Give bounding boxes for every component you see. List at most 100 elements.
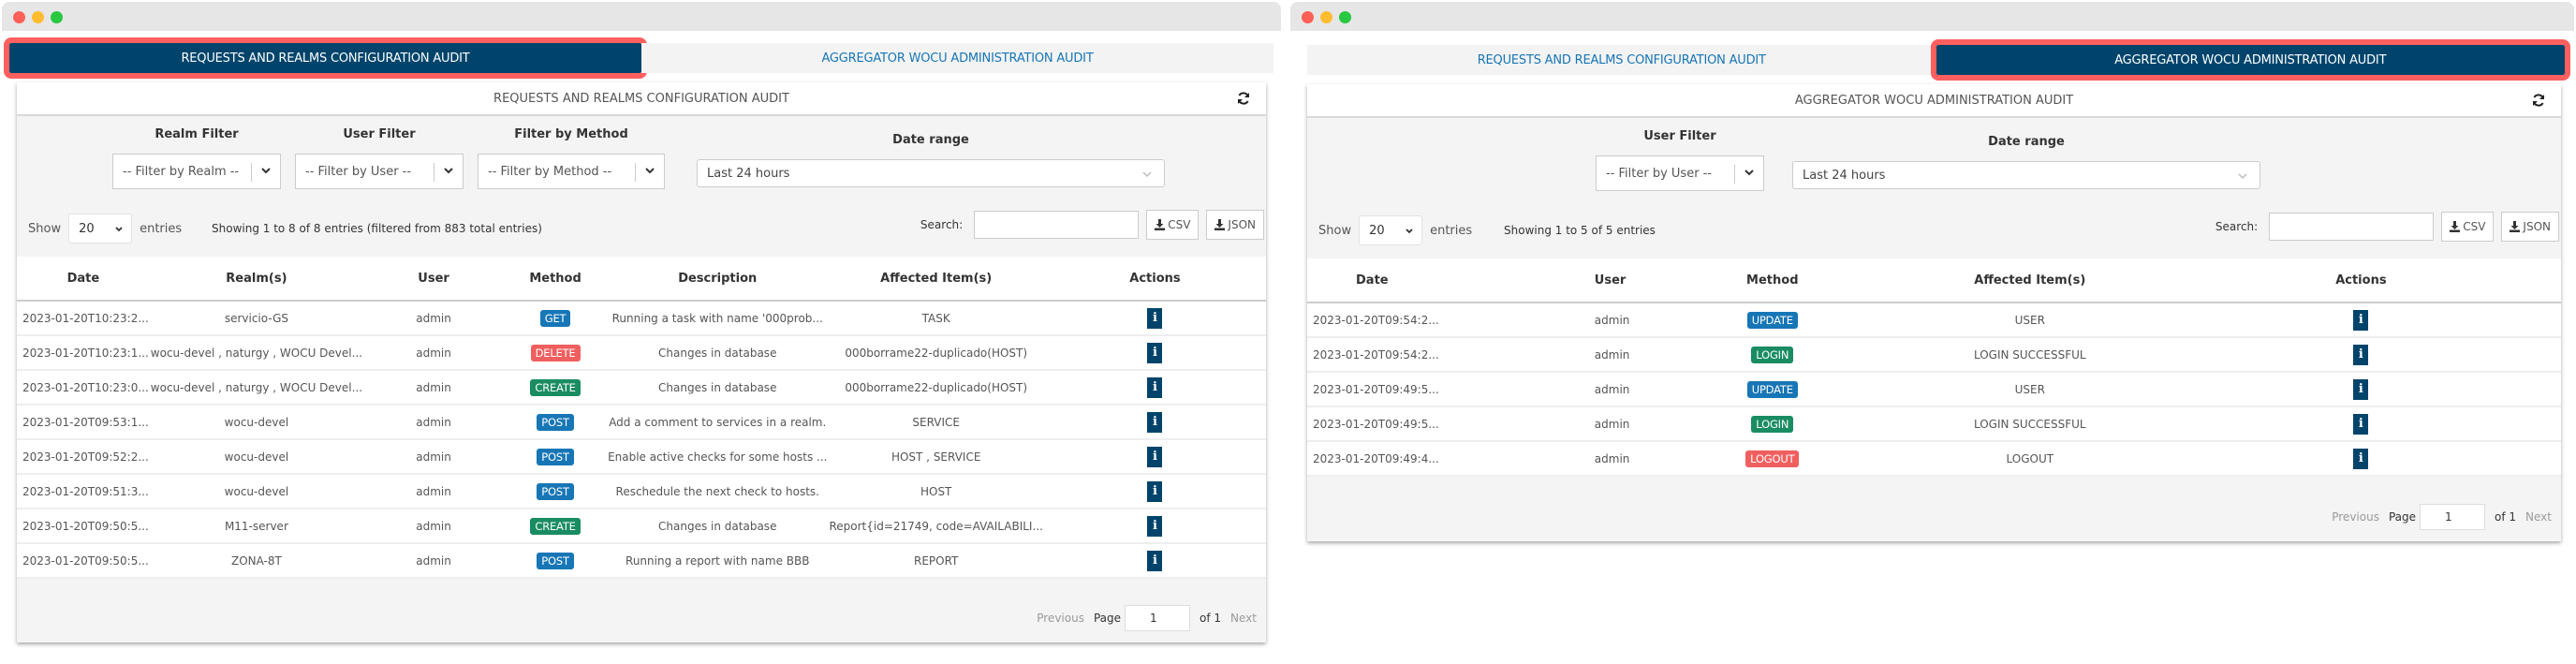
tab-requests-realms-audit[interactable]: REQUESTS AND REALMS CONFIGURATION AUDIT xyxy=(1307,45,1936,75)
search-input[interactable] xyxy=(2269,213,2435,241)
column-header-realms[interactable]: Realm(s) xyxy=(149,257,364,302)
info-icon[interactable]: i xyxy=(1147,480,1163,502)
minimize-window-button[interactable] xyxy=(32,11,44,23)
close-window-button[interactable] xyxy=(13,11,25,23)
refresh-icon[interactable] xyxy=(2531,93,2546,108)
column-header-method[interactable]: Method xyxy=(504,257,608,302)
method-cell: POST xyxy=(504,405,608,440)
method-badge: UPDATE xyxy=(1746,380,1798,398)
chevron-down-icon xyxy=(1744,170,1754,176)
table-row[interactable]: 2023-01-20T09:52:2... wocu-devel admin POST… xyxy=(17,439,1266,475)
realm-cell: servicio-GS xyxy=(149,301,364,336)
entries-per-page-select[interactable]: 20 xyxy=(68,214,133,243)
pagination: Previous Page 1 of 1 Next xyxy=(2332,504,2552,530)
date-range-select[interactable]: Last 24 hours xyxy=(1792,161,2260,189)
minimize-window-button[interactable] xyxy=(1320,11,1332,23)
info-icon[interactable]: i xyxy=(1147,376,1163,398)
table-row[interactable]: 2023-01-20T10:23:2... servicio-GS admin GET… xyxy=(17,301,1266,336)
method-filter-select[interactable]: -- Filter by Method -- xyxy=(478,154,665,189)
page-number-input[interactable]: 1 xyxy=(2420,504,2486,530)
search-input[interactable] xyxy=(974,211,1140,239)
user-cell: admin xyxy=(1439,441,1646,477)
description-cell: Running a task with name '000prob... xyxy=(607,301,829,336)
user-filter-select[interactable]: -- Filter by User -- xyxy=(295,154,464,189)
user-cell: admin xyxy=(363,543,505,579)
page-label: Page xyxy=(2388,510,2417,524)
pagination: Previous Page 1 of 1 Next xyxy=(1037,605,1257,631)
info-icon[interactable]: i xyxy=(2353,309,2369,331)
page-label: Page xyxy=(1093,612,1122,625)
chevron-down-icon xyxy=(261,168,271,174)
maximize-window-button[interactable] xyxy=(51,11,63,23)
chevron-down-icon xyxy=(1142,171,1152,178)
table-row[interactable]: 2023-01-20T09:49:5... admin LOGIN LOGIN SUC… xyxy=(1307,406,2561,442)
page-number-input[interactable]: 1 xyxy=(1125,605,1191,631)
table-row[interactable]: 2023-01-20T09:49:4... admin LOGOUT LOGOUT i xyxy=(1307,441,2561,477)
column-header-method[interactable]: Method xyxy=(1645,258,1899,303)
right-window: REQUESTS AND REALMS CONFIGURATION AUDIT … xyxy=(1290,2,2574,657)
table-row[interactable]: 2023-01-20T10:23:1... wocu-devel , naturg… xyxy=(17,335,1266,371)
actions-cell: i xyxy=(1043,543,1266,579)
realm-cell: wocu-devel xyxy=(149,474,364,509)
info-icon[interactable]: i xyxy=(1147,446,1163,467)
table-row[interactable]: 2023-01-20T09:53:1... wocu-devel admin POST… xyxy=(17,405,1266,440)
entries-per-page-select[interactable]: 20 xyxy=(1359,215,1423,245)
info-icon[interactable]: i xyxy=(1147,515,1163,537)
table-row[interactable]: 2023-01-20T09:54:2... admin UPDATE USER i xyxy=(1307,302,2561,338)
tab-bar: REQUESTS AND REALMS CONFIGURATION AUDIT … xyxy=(4,37,1273,79)
table-row[interactable]: 2023-01-20T09:50:5... ZONA-8T admin POST Run… xyxy=(17,543,1266,579)
table-header-row: Date User Method Affected Item(s) Action… xyxy=(1307,258,2561,303)
column-header-user[interactable]: User xyxy=(1439,258,1646,303)
info-icon[interactable]: i xyxy=(1147,550,1163,571)
chevron-down-icon xyxy=(645,168,655,174)
column-header-date[interactable]: Date xyxy=(17,257,150,302)
date-range-select[interactable]: Last 24 hours xyxy=(697,159,1165,187)
actions-cell: i xyxy=(1043,474,1266,509)
info-icon[interactable]: i xyxy=(1147,411,1163,433)
export-json-button[interactable]: JSON xyxy=(1206,210,1264,240)
table-row[interactable]: 2023-01-20T09:50:5... M11-server admin CREA… xyxy=(17,509,1266,544)
date-cell: 2023-01-20T09:50:5... xyxy=(17,543,150,579)
user-filter-select[interactable]: -- Filter by User -- xyxy=(1596,155,1764,191)
description-cell: Changes in database xyxy=(607,335,829,371)
method-badge: GET xyxy=(539,309,571,327)
realm-filter-select[interactable]: -- Filter by Realm -- xyxy=(112,154,281,189)
method-cell: POST xyxy=(504,543,608,579)
export-json-button[interactable]: JSON xyxy=(2501,212,2559,242)
export-csv-button[interactable]: CSV xyxy=(2441,212,2495,242)
table-header-row: Date Realm(s) User Method Description Af… xyxy=(17,257,1266,302)
info-icon[interactable]: i xyxy=(1147,342,1163,363)
actions-cell: i xyxy=(2160,372,2561,407)
info-icon[interactable]: i xyxy=(2353,413,2369,435)
export-csv-button[interactable]: CSV xyxy=(1146,210,1200,240)
previous-page-button[interactable]: Previous xyxy=(1037,612,1084,625)
column-header-affected-items[interactable]: Affected Item(s) xyxy=(828,257,1044,302)
column-header-date[interactable]: Date xyxy=(1307,258,1440,303)
next-page-button[interactable]: Next xyxy=(2525,510,2552,524)
tab-aggregator-admin-audit[interactable]: AGGREGATOR WOCU ADMINISTRATION AUDIT xyxy=(641,43,1273,73)
info-icon[interactable]: i xyxy=(2353,448,2369,469)
previous-page-button[interactable]: Previous xyxy=(2332,510,2379,524)
info-icon[interactable]: i xyxy=(2353,378,2369,400)
method-badge: UPDATE xyxy=(1746,311,1798,329)
actions-cell: i xyxy=(1043,509,1266,544)
table-row[interactable]: 2023-01-20T09:49:5... admin UPDATE USER i xyxy=(1307,372,2561,407)
column-header-description[interactable]: Description xyxy=(607,257,829,302)
method-badge: CREATE xyxy=(530,378,581,396)
next-page-button[interactable]: Next xyxy=(1230,612,1257,625)
tab-aggregator-admin-audit[interactable]: AGGREGATOR WOCU ADMINISTRATION AUDIT xyxy=(1930,39,2570,81)
table-row[interactable]: 2023-01-20T09:54:2... admin LOGIN LOGIN SUC… xyxy=(1307,337,2561,373)
maximize-window-button[interactable] xyxy=(1339,11,1351,23)
column-header-user[interactable]: User xyxy=(363,257,505,302)
tab-requests-realms-audit[interactable]: REQUESTS AND REALMS CONFIGURATION AUDIT xyxy=(4,37,647,79)
affected-items-cell: SERVICE xyxy=(828,405,1044,440)
method-cell: CREATE xyxy=(504,509,608,544)
table-row[interactable]: 2023-01-20T09:51:3... wocu-devel admin POST… xyxy=(17,474,1266,509)
refresh-icon[interactable] xyxy=(1236,91,1251,106)
table-row[interactable]: 2023-01-20T10:23:0... wocu-devel , naturg… xyxy=(17,370,1266,406)
info-icon[interactable]: i xyxy=(2353,344,2369,365)
info-icon[interactable]: i xyxy=(1147,307,1163,329)
close-window-button[interactable] xyxy=(1302,11,1314,23)
column-header-affected-items[interactable]: Affected Item(s) xyxy=(1898,258,2161,303)
download-icon xyxy=(2510,221,2521,232)
